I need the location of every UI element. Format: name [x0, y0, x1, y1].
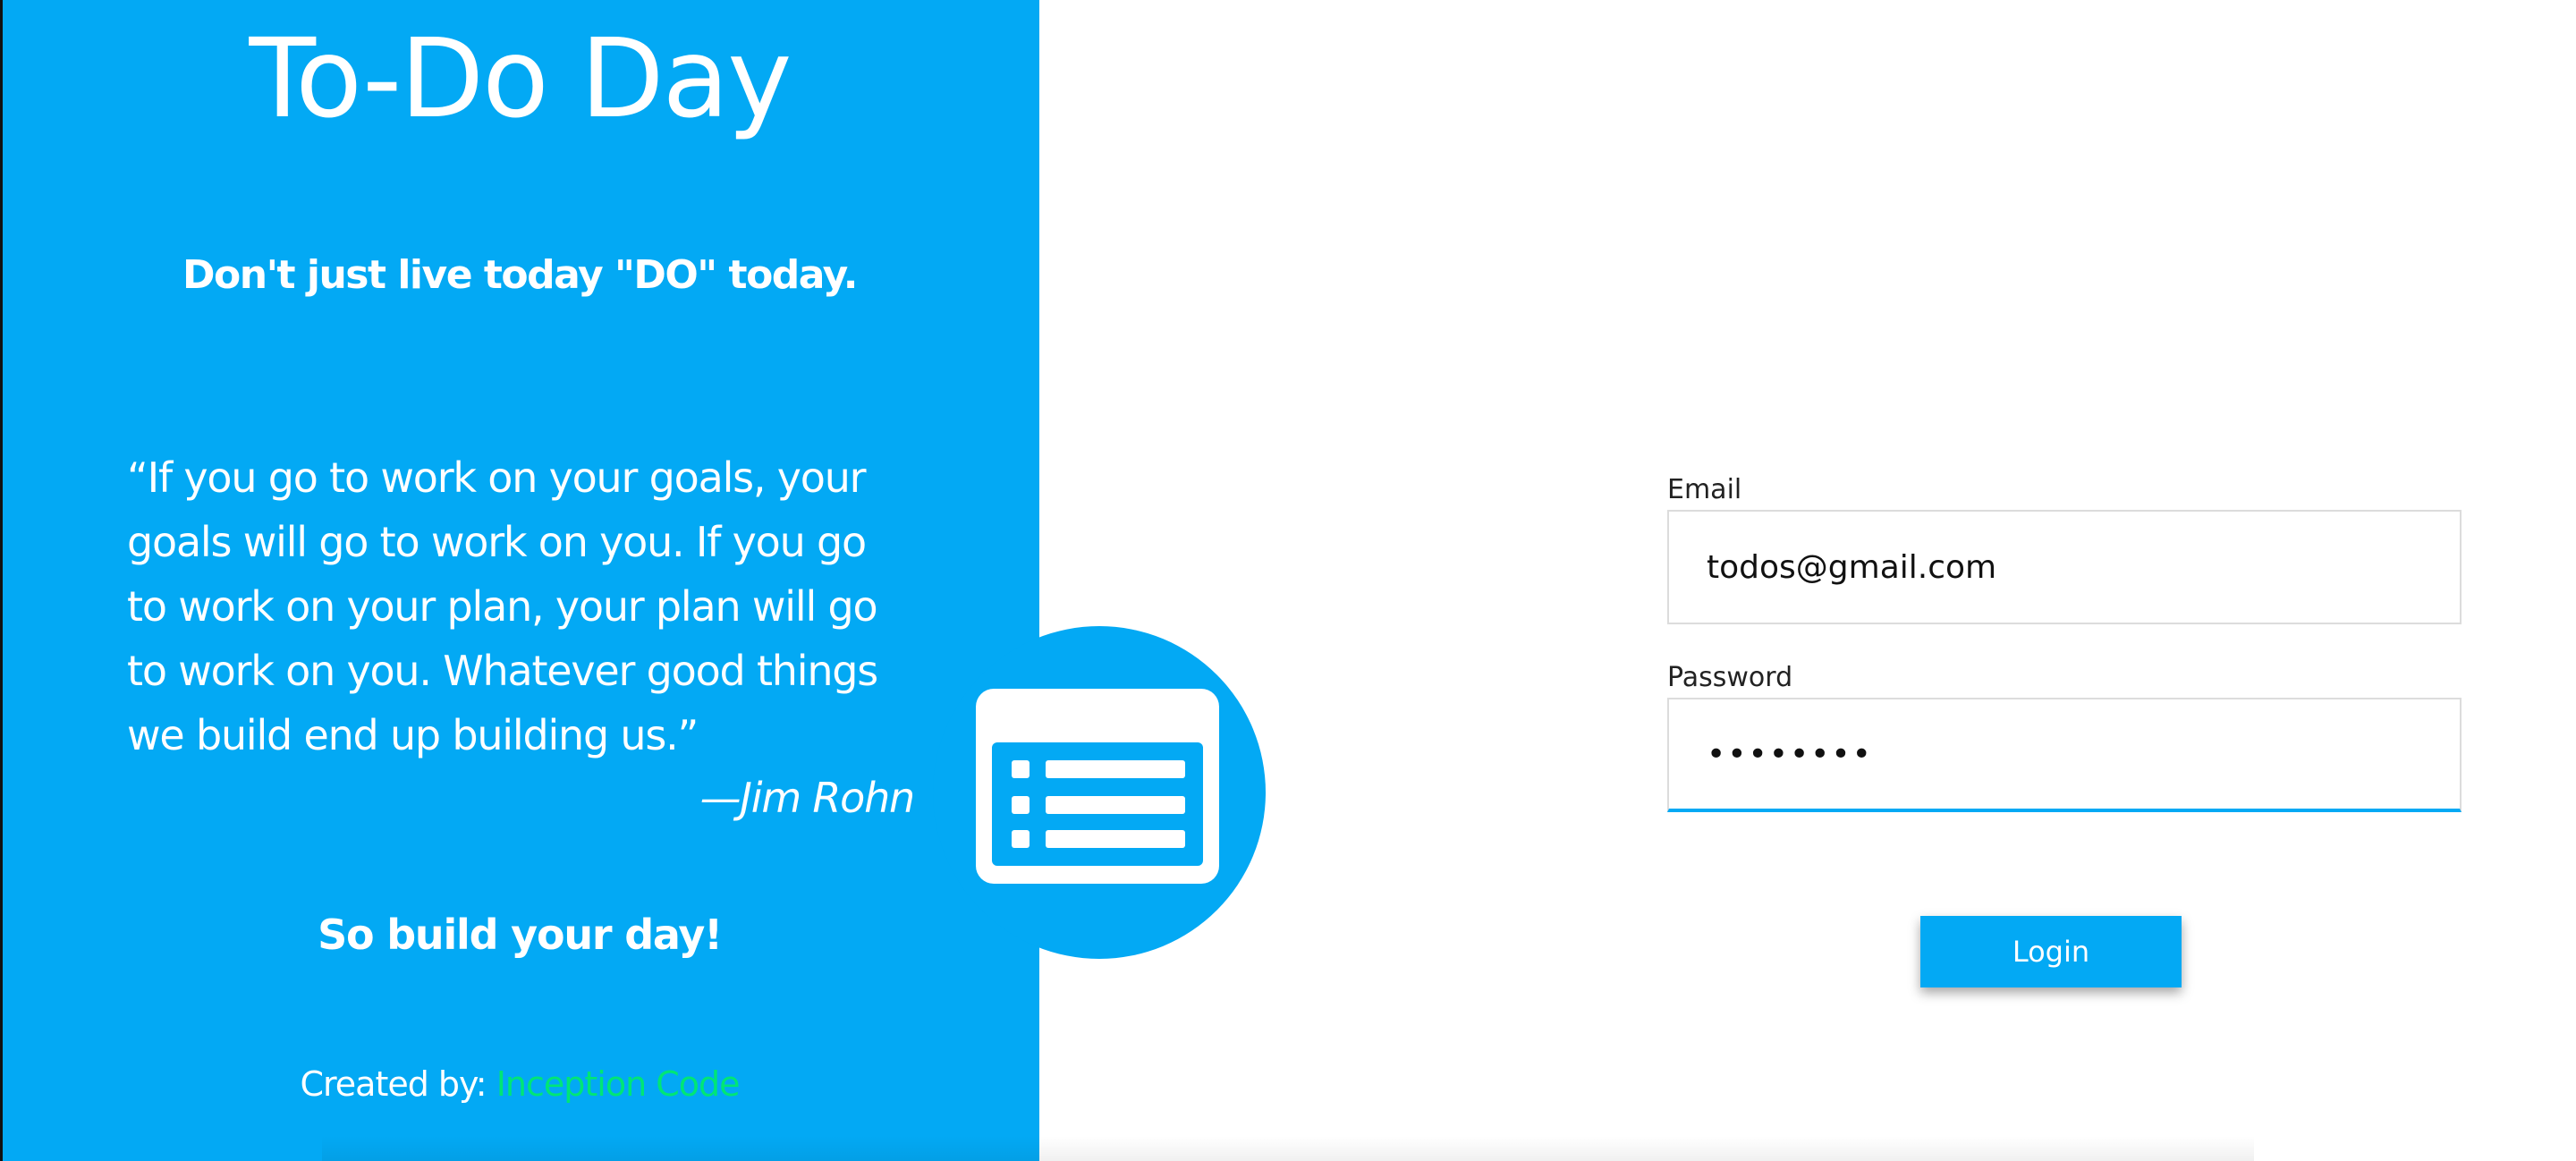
password-input[interactable] [1667, 698, 2462, 812]
password-label: Password [1667, 662, 1793, 693]
email-input[interactable] [1667, 510, 2462, 624]
motto: So build your day! [318, 911, 723, 959]
credit-link[interactable]: Inception Code [496, 1064, 741, 1104]
window-edge [0, 0, 3, 1161]
logo-bullet-1 [1012, 760, 1030, 778]
quote-author: —Jim Rohn [699, 774, 916, 822]
hero-panel: To-Do Day Don't just live today "DO" tod… [0, 0, 1039, 1161]
page: To-Do Day Don't just live today "DO" tod… [0, 0, 2576, 1161]
logo-line-3 [1046, 830, 1185, 848]
quote-text: “If you go to work on your goals, your g… [127, 453, 878, 759]
logo-line-2 [1046, 796, 1185, 814]
bottom-shadow [322, 1136, 2254, 1161]
tagline: Don't just live today "DO" today. [182, 252, 859, 298]
app-title: To-Do Day [249, 15, 792, 142]
email-label: Email [1667, 474, 1742, 505]
credit-line: Created by: Inception Code [0, 1061, 1039, 1107]
todo-list-icon [976, 689, 1219, 884]
credit-prefix: Created by: [300, 1064, 487, 1104]
logo-bullet-2 [1012, 796, 1030, 814]
logo-line-1 [1046, 760, 1185, 778]
logo-bullet-3 [1012, 830, 1030, 848]
login-button[interactable]: Login [1920, 916, 2182, 987]
login-form: Email Password [1667, 472, 2462, 812]
